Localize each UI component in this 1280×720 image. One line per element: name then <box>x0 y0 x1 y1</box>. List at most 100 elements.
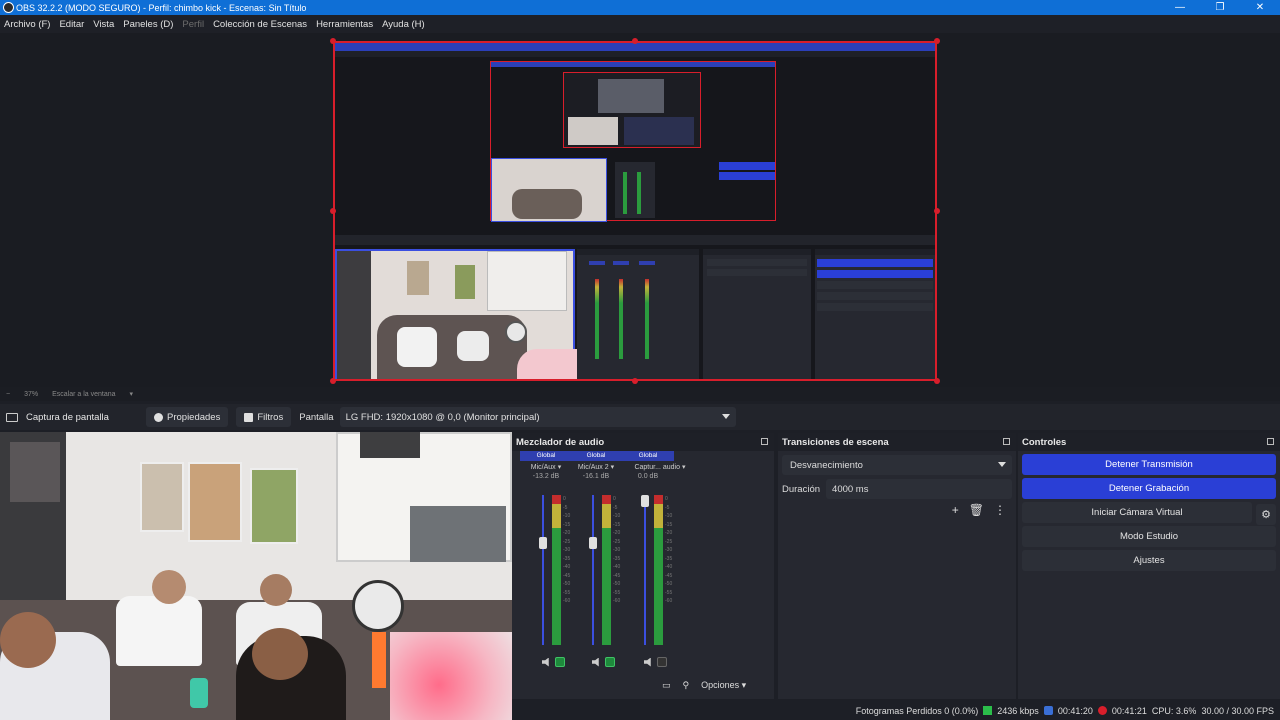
trash-icon[interactable]: 🗑 <box>969 503 984 517</box>
channel-db: -13.2 dB <box>532 473 560 480</box>
volume-slider-track[interactable] <box>592 495 594 645</box>
source-name: Captura de pantalla <box>26 411 109 423</box>
audio-mixer-title-text: Mezclador de audio <box>516 436 605 448</box>
duration-input[interactable]: 4000 ms <box>826 479 1012 499</box>
stop-stream-button[interactable]: Detener Transmisión <box>1022 454 1276 475</box>
channel-tag: Global <box>520 451 572 461</box>
more-options-icon[interactable]: ⋮ <box>994 503 1006 517</box>
maximize-button[interactable]: ❐ <box>1200 0 1240 15</box>
cpu-usage: CPU: 3.6% <box>1151 705 1197 716</box>
zoom-mode-dropdown[interactable]: Escalar a la ventana <box>52 391 115 398</box>
close-button[interactable]: ✕ <box>1240 0 1280 15</box>
speaker-icon[interactable] <box>644 657 651 667</box>
stream-icon <box>1043 706 1053 715</box>
nested-camera <box>335 249 577 379</box>
transitions-title: Transiciones de escena <box>778 433 1016 451</box>
menu-archivo[interactable]: Archivo (F) <box>4 19 50 30</box>
volume-slider-knob[interactable] <box>641 495 649 507</box>
filters-button[interactable]: Filtros <box>236 407 292 427</box>
headphones-icon[interactable] <box>657 657 667 667</box>
nested-preview <box>490 61 776 222</box>
resize-handle-tl[interactable] <box>330 38 336 44</box>
nested-mixer <box>577 249 699 379</box>
menu-coleccion-escenas[interactable]: Colección de Escenas <box>213 19 307 30</box>
resize-handle-br[interactable] <box>934 378 940 384</box>
channel-name[interactable]: Mic/Aux 2 ▾ <box>570 461 622 473</box>
display-value: LG FHD: 1920x1080 @ 0,0 (Monitor princip… <box>345 411 540 423</box>
signal-icon <box>983 706 993 715</box>
mixer-channel-mic-aux-2: Global Mic/Aux 2 ▾ -16.1 dB 0 -5 -10 -15 -20-… <box>570 451 622 683</box>
start-virtual-camera-button[interactable]: Iniciar Cámara Virtual <box>1022 502 1252 523</box>
properties-button[interactable]: Propiedades <box>146 407 229 427</box>
volume-slider-track[interactable] <box>542 495 544 645</box>
volume-meter <box>602 495 611 645</box>
undock-icon[interactable] <box>1267 438 1274 445</box>
bitrate: 2436 kbps <box>997 705 1039 716</box>
preview-area[interactable] <box>0 33 1280 387</box>
minimize-button[interactable]: — <box>1160 0 1200 15</box>
gear-icon <box>154 412 163 422</box>
headphones-icon[interactable] <box>605 657 615 667</box>
menu-perfil: Perfil <box>182 18 205 30</box>
audio-mixer-title: Mezclador de audio <box>512 433 774 451</box>
resize-handle-b[interactable] <box>632 378 638 384</box>
menu-paneles[interactable]: Paneles (D) <box>123 19 173 30</box>
transition-value: Desvanecimiento <box>790 459 863 471</box>
menu-editar[interactable]: Editar <box>59 19 84 30</box>
volume-meter <box>552 495 561 645</box>
resize-handle-tr[interactable] <box>934 38 940 44</box>
stop-record-button[interactable]: Detener Grabación <box>1022 478 1276 499</box>
zoom-minus-button[interactable]: − <box>6 391 10 398</box>
chevron-down-icon <box>721 414 730 419</box>
duration-label: Duración <box>782 483 821 495</box>
display-select[interactable]: LG FHD: 1920x1080 @ 0,0 (Monitor princip… <box>339 407 736 427</box>
chevron-down-icon: ▾ <box>557 464 562 471</box>
transition-actions: + 🗑 ⋮ <box>778 503 1016 517</box>
record-icon <box>1097 706 1107 715</box>
chevron-down-icon[interactable]: ▾ <box>130 390 134 398</box>
preview-canvas[interactable] <box>333 41 937 381</box>
transitions-title-text: Transiciones de escena <box>782 436 889 448</box>
resize-handle-t[interactable] <box>632 38 638 44</box>
meter-ticks: 0 -5 -10 -15 -20 -25 -30 -35 -40 -45 -50 -55 -60 <box>665 496 673 604</box>
obs-logo-icon <box>3 2 14 13</box>
controls-title-text: Controles <box>1022 436 1067 448</box>
channel-tag: Global <box>570 451 622 461</box>
speaker-icon[interactable] <box>542 657 549 667</box>
resize-handle-r[interactable] <box>934 208 940 214</box>
filters-label: Filtros <box>257 411 284 423</box>
studio-mode-button[interactable]: Modo Estudio <box>1022 526 1276 547</box>
volume-slider-knob[interactable] <box>539 537 547 549</box>
advanced-audio-icon[interactable]: ⚲ <box>683 680 690 691</box>
zoom-value: 37% <box>24 390 39 398</box>
chevron-down-icon <box>998 462 1006 467</box>
transition-select[interactable]: Desvanecimiento <box>782 455 1012 475</box>
stream-time: 00:41:20 <box>1057 705 1093 716</box>
controls-title: Controles <box>1018 433 1280 451</box>
add-transition-icon[interactable]: + <box>952 503 959 517</box>
undock-icon[interactable] <box>761 438 768 445</box>
audio-mixer-dock: Mezclador de audio Global Mic/Aux ▾ -13.2… <box>512 433 774 699</box>
nested-source-bar <box>335 235 935 245</box>
virtual-camera-settings-icon[interactable]: ⚙ <box>1256 504 1276 525</box>
resize-handle-l[interactable] <box>330 208 336 214</box>
status-bar: Fotogramas Perdidos 0 (0.0%) 2436 kbps 0… <box>512 701 1280 720</box>
undock-icon[interactable] <box>1003 438 1010 445</box>
menu-ayuda[interactable]: Ayuda (H) <box>382 19 425 30</box>
volume-slider-track[interactable] <box>644 495 646 645</box>
meter-ticks: 0 -5 -10 -15 -20 -25 -30 -35 -40 -45 -50 -55 -60 <box>613 496 621 604</box>
resize-handle-bl[interactable] <box>330 378 336 384</box>
menu-vista[interactable]: Vista <box>93 19 114 30</box>
volume-slider-knob[interactable] <box>589 537 597 549</box>
mixer-options-button[interactable]: Opciones ▾ <box>701 680 746 691</box>
mixer-layout-icon[interactable]: ▭ <box>662 680 671 691</box>
settings-button[interactable]: Ajustes <box>1022 550 1276 571</box>
title-bar: OBS 32.2.2 (MODO SEGURO) - Perfil: chimb… <box>0 0 1280 15</box>
channel-name[interactable]: Captur... audio ▾ <box>622 461 698 473</box>
headphones-icon[interactable] <box>555 657 565 667</box>
speaker-icon[interactable] <box>592 657 599 667</box>
menu-herramientas[interactable]: Herramientas <box>316 19 373 30</box>
channel-name[interactable]: Mic/Aux ▾ <box>520 461 572 473</box>
mixer-channel-desktop-audio: Global Captur... audio ▾ 0.0 dB 0 -5 -10 -15… <box>622 451 698 683</box>
controls-dock: Controles Detener Transmisión Detener Gr… <box>1018 433 1280 699</box>
